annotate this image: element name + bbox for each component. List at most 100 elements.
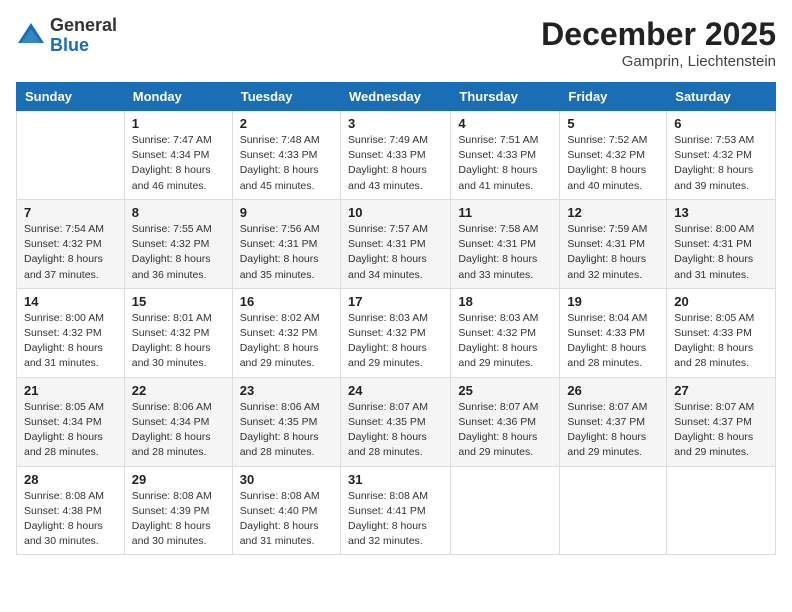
- calendar-cell: [560, 466, 667, 555]
- calendar-cell: 11Sunrise: 7:58 AMSunset: 4:31 PMDayligh…: [451, 199, 560, 288]
- day-number: 26: [567, 383, 659, 398]
- day-number: 12: [567, 205, 659, 220]
- calendar-cell: 12 Sunrise: 7:59 AMSunset: 4:31 PMDayligh…: [560, 199, 667, 288]
- calendar-cell: 18Sunrise: 8:03 AMSunset: 4:32 PMDayligh…: [451, 288, 560, 377]
- weekday-header-sunday: Sunday: [17, 83, 125, 111]
- calendar-cell: 26 Sunrise: 8:07 AMSunset: 4:37 PMDayligh…: [560, 377, 667, 466]
- calendar-table: SundayMondayTuesdayWednesdayThursdayFrid…: [16, 82, 776, 555]
- day-info: Sunrise: 8:04 AMSunset: 4:33 PMDaylight:…: [567, 311, 659, 372]
- page-header: General Blue December 2025 Gamprin, Liec…: [16, 16, 776, 70]
- calendar-cell: 25 Sunrise: 8:07 AMSunset: 4:36 PMDayligh…: [451, 377, 560, 466]
- day-number: 20: [674, 294, 768, 309]
- calendar-cell: 24 Sunrise: 8:07 AMSunset: 4:35 PMDayligh…: [340, 377, 450, 466]
- calendar-cell: 27Sunrise: 8:07 AMSunset: 4:37 PMDayligh…: [667, 377, 776, 466]
- day-number: 10: [348, 205, 443, 220]
- day-info: Sunrise: 7:55 AMSunset: 4:32 PMDaylight:…: [132, 222, 225, 283]
- day-info: Sunrise: 8:02 AMSunset: 4:32 PMDaylight:…: [240, 311, 333, 372]
- day-info: Sunrise: 8:07 AMSunset: 4:35 PMDaylight:…: [348, 400, 443, 461]
- calendar-cell: 30 Sunrise: 8:08 AMSunset: 4:40 PMDayligh…: [232, 466, 340, 555]
- calendar-cell: 19 Sunrise: 8:04 AMSunset: 4:33 PMDayligh…: [560, 288, 667, 377]
- day-number: 23: [240, 383, 333, 398]
- day-number: 5: [567, 116, 659, 131]
- calendar-week-5: 28Sunrise: 8:08 AMSunset: 4:38 PMDayligh…: [17, 466, 776, 555]
- calendar-cell: 29 Sunrise: 8:08 AMSunset: 4:39 PMDayligh…: [124, 466, 232, 555]
- day-info: Sunrise: 8:08 AMSunset: 4:39 PMDaylight:…: [132, 489, 225, 550]
- weekday-header-friday: Friday: [560, 83, 667, 111]
- day-info: Sunrise: 7:48 AMSunset: 4:33 PMDaylight:…: [240, 133, 333, 194]
- logo-text: General Blue: [50, 16, 117, 56]
- day-number: 16: [240, 294, 333, 309]
- day-number: 14: [24, 294, 117, 309]
- calendar-header-row: SundayMondayTuesdayWednesdayThursdayFrid…: [17, 83, 776, 111]
- day-info: Sunrise: 7:47 AMSunset: 4:34 PMDaylight:…: [132, 133, 225, 194]
- weekday-header-wednesday: Wednesday: [340, 83, 450, 111]
- calendar-cell: 5 Sunrise: 7:52 AMSunset: 4:32 PMDaylight…: [560, 111, 667, 200]
- calendar-cell: 4 Sunrise: 7:51 AMSunset: 4:33 PMDaylight…: [451, 111, 560, 200]
- day-number: 6: [674, 116, 768, 131]
- calendar-cell: 21Sunrise: 8:05 AMSunset: 4:34 PMDayligh…: [17, 377, 125, 466]
- day-info: Sunrise: 7:53 AMSunset: 4:32 PMDaylight:…: [674, 133, 768, 194]
- day-info: Sunrise: 8:07 AMSunset: 4:37 PMDaylight:…: [567, 400, 659, 461]
- calendar-cell: 14 Sunrise: 8:00 AMSunset: 4:32 PMDayligh…: [17, 288, 125, 377]
- day-info: Sunrise: 7:49 AMSunset: 4:33 PMDaylight:…: [348, 133, 443, 194]
- title-block: December 2025 Gamprin, Liechtenstein: [541, 16, 776, 70]
- calendar-cell: 2Sunrise: 7:48 AMSunset: 4:33 PMDaylight…: [232, 111, 340, 200]
- calendar-cell: 20 Sunrise: 8:05 AMSunset: 4:33 PMDayligh…: [667, 288, 776, 377]
- weekday-header-tuesday: Tuesday: [232, 83, 340, 111]
- calendar-week-1: 1 Sunrise: 7:47 AMSunset: 4:34 PMDaylight…: [17, 111, 776, 200]
- day-info: Sunrise: 8:01 AMSunset: 4:32 PMDaylight:…: [132, 311, 225, 372]
- day-number: 1: [132, 116, 225, 131]
- day-info: Sunrise: 7:51 AMSunset: 4:33 PMDaylight:…: [458, 133, 552, 194]
- calendar-cell: 23 Sunrise: 8:06 AMSunset: 4:35 PMDayligh…: [232, 377, 340, 466]
- calendar-cell: 9 Sunrise: 7:56 AMSunset: 4:31 PMDaylight…: [232, 199, 340, 288]
- day-number: 28: [24, 472, 117, 487]
- calendar-cell: 15 Sunrise: 8:01 AMSunset: 4:32 PMDayligh…: [124, 288, 232, 377]
- day-number: 18: [458, 294, 552, 309]
- day-number: 4: [458, 116, 552, 131]
- calendar-cell: [451, 466, 560, 555]
- day-info: Sunrise: 8:03 AMSunset: 4:32 PMDaylight:…: [348, 311, 443, 372]
- day-number: 3: [348, 116, 443, 131]
- calendar-cell: 10Sunrise: 7:57 AMSunset: 4:31 PMDayligh…: [340, 199, 450, 288]
- day-info: Sunrise: 8:06 AMSunset: 4:35 PMDaylight:…: [240, 400, 333, 461]
- day-number: 19: [567, 294, 659, 309]
- day-number: 15: [132, 294, 225, 309]
- day-info: Sunrise: 7:59 AMSunset: 4:31 PMDaylight:…: [567, 222, 659, 283]
- day-info: Sunrise: 8:05 AMSunset: 4:33 PMDaylight:…: [674, 311, 768, 372]
- day-number: 8: [132, 205, 225, 220]
- day-info: Sunrise: 8:08 AMSunset: 4:40 PMDaylight:…: [240, 489, 333, 550]
- calendar-cell: 31 Sunrise: 8:08 AMSunset: 4:41 PMDayligh…: [340, 466, 450, 555]
- calendar-cell: 1 Sunrise: 7:47 AMSunset: 4:34 PMDaylight…: [124, 111, 232, 200]
- day-number: 9: [240, 205, 333, 220]
- day-number: 24: [348, 383, 443, 398]
- day-info: Sunrise: 8:08 AMSunset: 4:41 PMDaylight:…: [348, 489, 443, 550]
- day-number: 22: [132, 383, 225, 398]
- calendar-cell: 17 Sunrise: 8:03 AMSunset: 4:32 PMDayligh…: [340, 288, 450, 377]
- calendar-cell: [17, 111, 125, 200]
- day-number: 25: [458, 383, 552, 398]
- calendar-cell: 3 Sunrise: 7:49 AMSunset: 4:33 PMDaylight…: [340, 111, 450, 200]
- calendar-week-2: 7Sunrise: 7:54 AMSunset: 4:32 PMDaylight…: [17, 199, 776, 288]
- calendar-cell: [667, 466, 776, 555]
- logo-icon: [16, 21, 46, 51]
- day-info: Sunrise: 8:06 AMSunset: 4:34 PMDaylight:…: [132, 400, 225, 461]
- weekday-header-saturday: Saturday: [667, 83, 776, 111]
- day-info: Sunrise: 8:00 AMSunset: 4:31 PMDaylight:…: [674, 222, 768, 283]
- day-number: 31: [348, 472, 443, 487]
- day-info: Sunrise: 8:00 AMSunset: 4:32 PMDaylight:…: [24, 311, 117, 372]
- calendar-cell: 7Sunrise: 7:54 AMSunset: 4:32 PMDaylight…: [17, 199, 125, 288]
- day-info: Sunrise: 8:07 AMSunset: 4:36 PMDaylight:…: [458, 400, 552, 461]
- day-info: Sunrise: 7:56 AMSunset: 4:31 PMDaylight:…: [240, 222, 333, 283]
- day-number: 17: [348, 294, 443, 309]
- calendar-cell: 13 Sunrise: 8:00 AMSunset: 4:31 PMDayligh…: [667, 199, 776, 288]
- day-number: 13: [674, 205, 768, 220]
- day-number: 30: [240, 472, 333, 487]
- day-number: 11: [458, 205, 552, 220]
- day-info: Sunrise: 7:52 AMSunset: 4:32 PMDaylight:…: [567, 133, 659, 194]
- day-number: 21: [24, 383, 117, 398]
- calendar-cell: 28Sunrise: 8:08 AMSunset: 4:38 PMDayligh…: [17, 466, 125, 555]
- logo-general: General: [50, 16, 117, 36]
- day-number: 29: [132, 472, 225, 487]
- month-title: December 2025: [541, 16, 776, 53]
- calendar-cell: 8 Sunrise: 7:55 AMSunset: 4:32 PMDaylight…: [124, 199, 232, 288]
